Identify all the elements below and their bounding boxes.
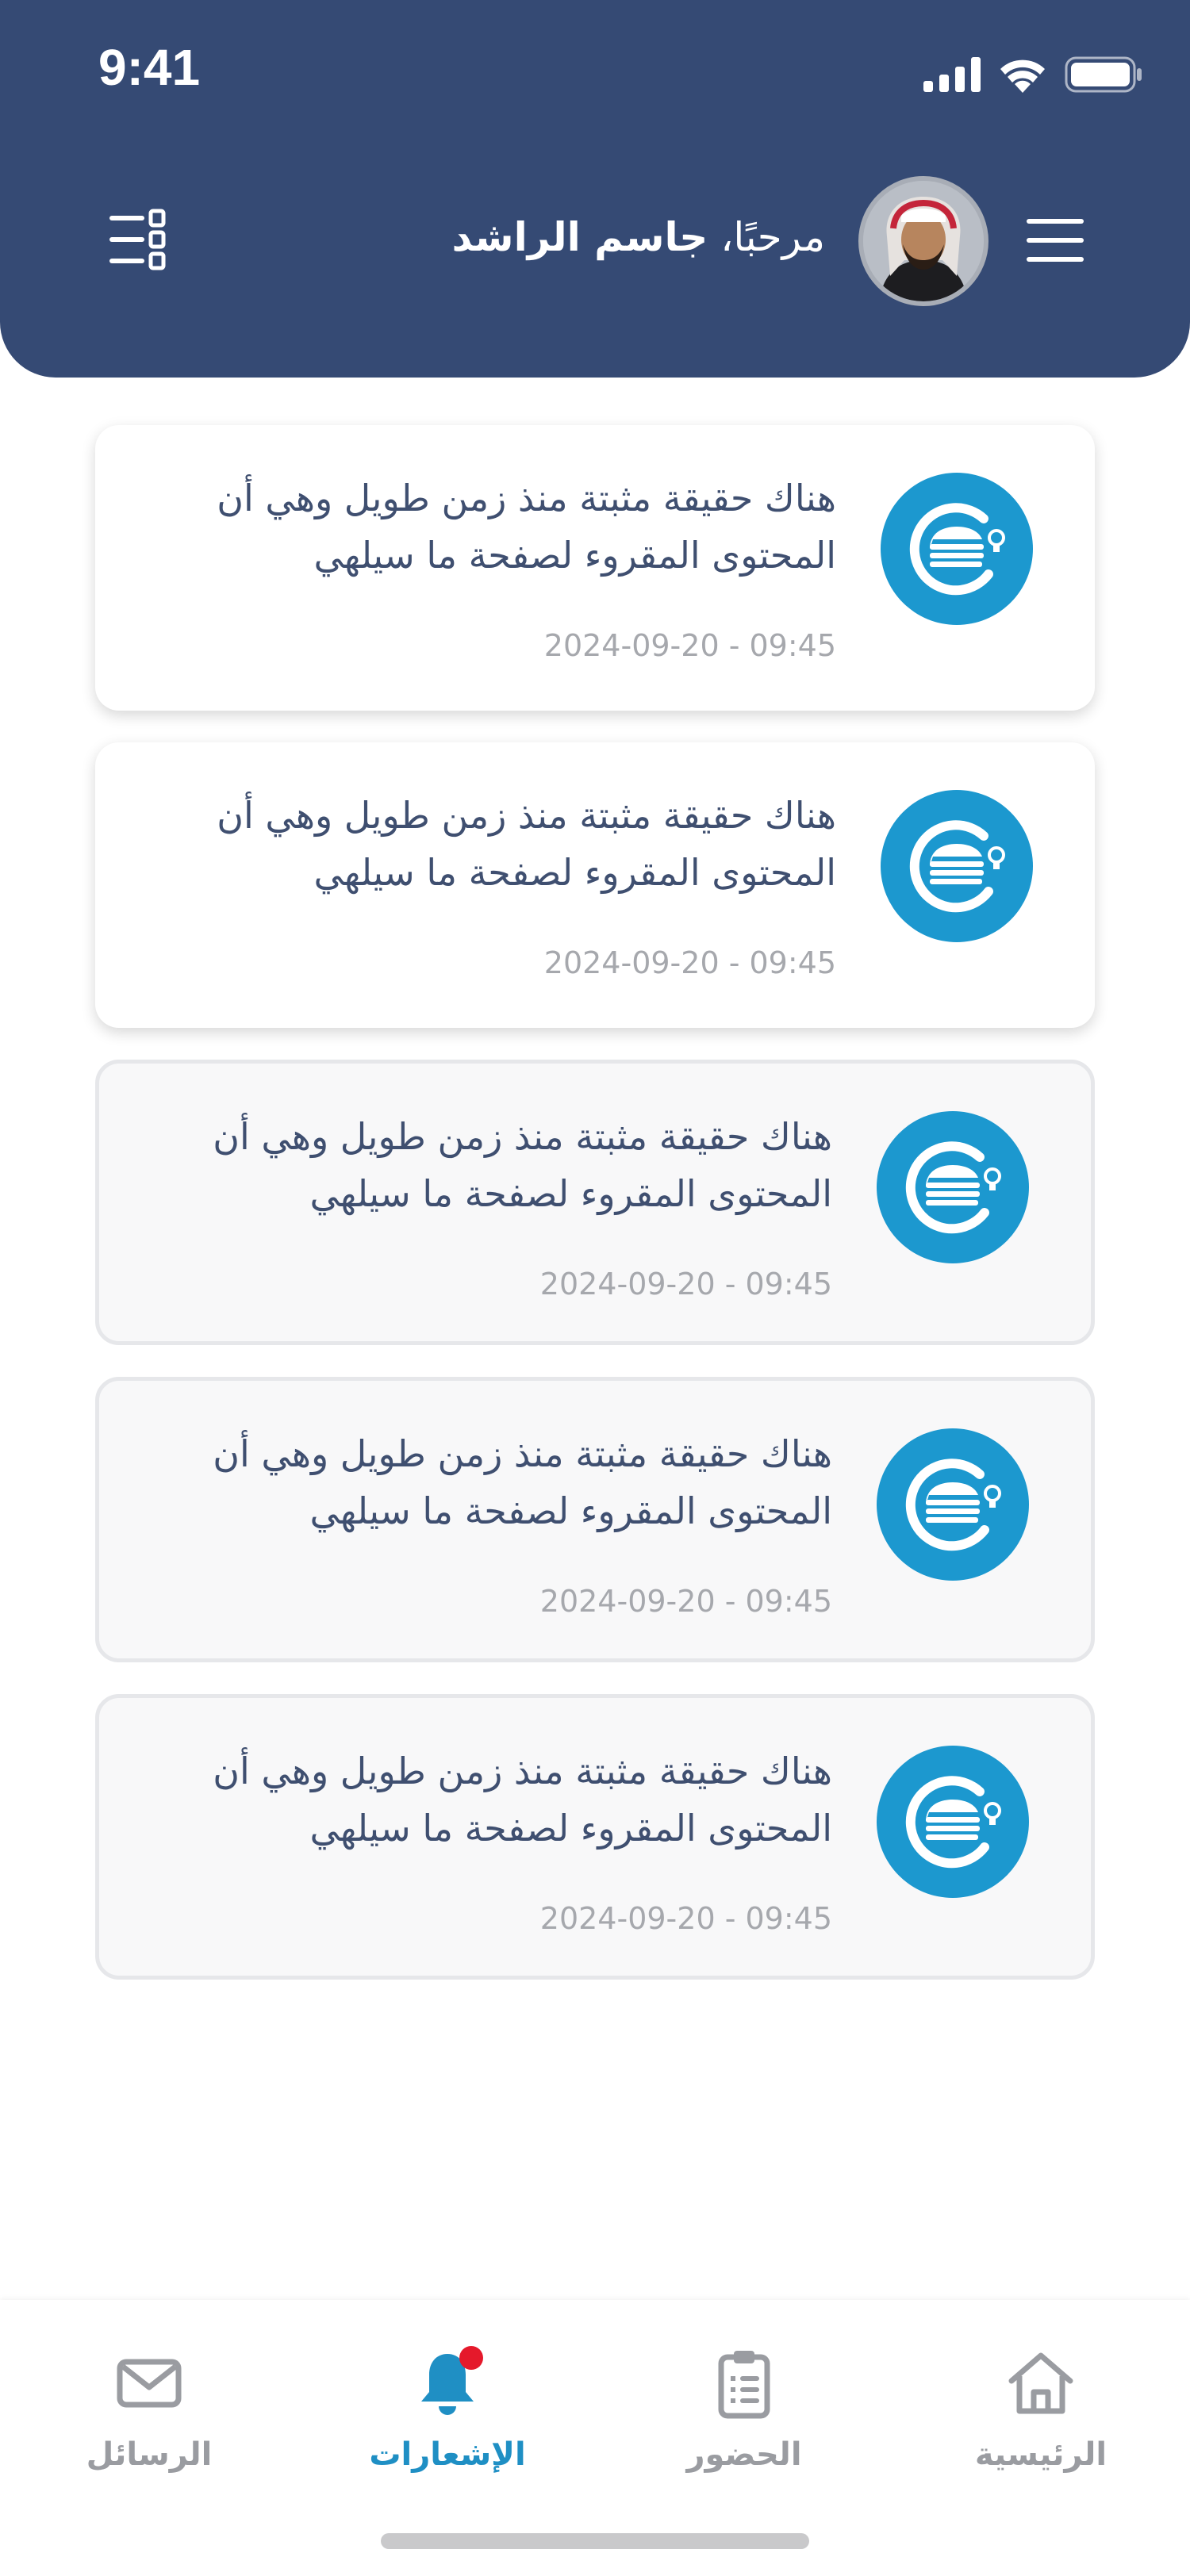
menu-button[interactable] <box>1023 213 1087 268</box>
app-header: 9:41 مرحبًا، جاسم الراشد <box>0 0 1190 378</box>
notification-card[interactable]: هناك حقيقة مثبتة منذ زمن طويل وهي أن الم… <box>95 1377 1095 1662</box>
notification-app-icon <box>877 1428 1029 1581</box>
tab-label: الحضور <box>686 2436 802 2473</box>
notification-badge <box>459 2346 483 2370</box>
tab-label: الرئيسية <box>974 2436 1107 2473</box>
notification-time: 2024-09-20 - 09:45 <box>539 1267 832 1301</box>
notification-time: 2024-09-20 - 09:45 <box>539 1584 832 1619</box>
notification-text: هناك حقيقة مثبتة منذ زمن طويل وهي أن الم… <box>213 1750 832 1850</box>
user-photo-icon <box>863 181 984 301</box>
notification-text: هناك حقيقة مثبتة منذ زمن طويل وهي أن الم… <box>213 1115 832 1215</box>
notification-text: هناك حقيقة مثبتة منذ زمن طويل وهي أن الم… <box>217 477 836 577</box>
notification-app-icon <box>881 790 1033 942</box>
status-icons <box>923 51 1142 98</box>
mail-icon <box>113 2348 185 2419</box>
battery-icon <box>1065 56 1142 93</box>
list-options-icon <box>109 209 166 270</box>
tab-attendance[interactable]: الحضور <box>625 2348 863 2474</box>
notification-card[interactable]: هناك حقيقة مثبتة منذ زمن طويل وهي أن الم… <box>95 1060 1095 1345</box>
notification-text: هناك حقيقة مثبتة منذ زمن طويل وهي أن الم… <box>217 794 836 894</box>
clipboard-icon <box>708 2348 780 2419</box>
notification-app-icon <box>877 1746 1029 1898</box>
notification-time: 2024-09-20 - 09:45 <box>543 628 836 663</box>
filter-list-button[interactable] <box>106 208 170 271</box>
wifi-icon <box>1000 59 1045 93</box>
notification-time: 2024-09-20 - 09:45 <box>539 1901 832 1936</box>
greeting-prefix: مرحبًا، <box>720 214 825 260</box>
status-time: 9:41 <box>98 39 201 96</box>
tab-label: الإشعارات <box>369 2436 526 2473</box>
notification-card[interactable]: هناك حقيقة مثبتة منذ زمن طويل وهي أن الم… <box>95 425 1095 711</box>
notification-card[interactable]: هناك حقيقة مثبتة منذ زمن طويل وهي أن الم… <box>95 1694 1095 1980</box>
tab-messages[interactable]: الرسائل <box>30 2348 268 2474</box>
notification-app-icon <box>881 473 1033 625</box>
home-indicator <box>381 2533 809 2549</box>
notification-card[interactable]: هناك حقيقة مثبتة منذ زمن طويل وهي أن الم… <box>95 742 1095 1028</box>
notification-app-icon <box>877 1111 1029 1263</box>
notification-time: 2024-09-20 - 09:45 <box>543 945 836 980</box>
user-name: جاسم الراشد <box>451 214 708 260</box>
avatar[interactable] <box>858 176 988 306</box>
notification-text: هناك حقيقة مثبتة منذ زمن طويل وهي أن الم… <box>213 1432 832 1532</box>
tab-home[interactable]: الرئيسية <box>922 2348 1160 2474</box>
tab-notifications[interactable]: الإشعارات <box>328 2346 566 2474</box>
home-icon <box>1005 2348 1077 2419</box>
greeting-text: مرحبًا، جاسم الراشد <box>452 214 825 260</box>
bell-icon <box>412 2346 483 2419</box>
cellular-signal-icon <box>923 57 981 92</box>
hamburger-menu-icon <box>1027 219 1084 262</box>
tab-label: الرسائل <box>86 2436 213 2473</box>
